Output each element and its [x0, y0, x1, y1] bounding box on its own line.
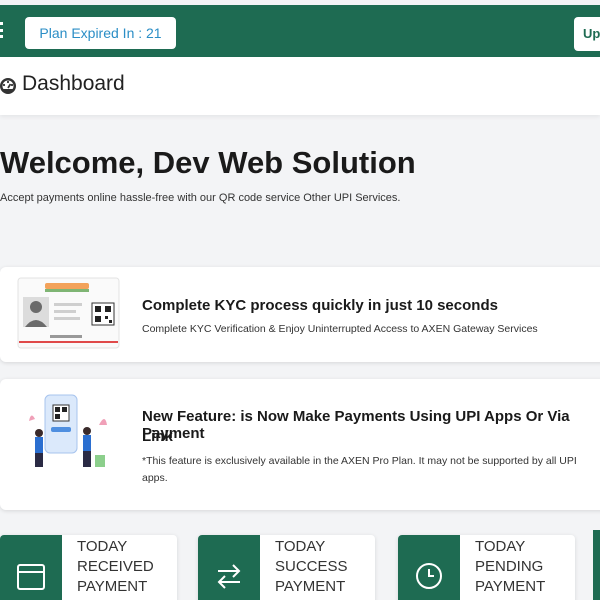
wallet-icon: [17, 564, 45, 590]
welcome-subtitle: Accept payments online hassle-free with …: [0, 192, 401, 204]
feature-card-title-line1: New Feature: is Now Make Payments Using …: [142, 408, 570, 442]
stat-today-success[interactable]: TODAY SUCCESS PAYMENT: [198, 535, 375, 600]
stat-card-partial[interactable]: [593, 530, 600, 600]
stat-line: SUCCESS: [275, 558, 348, 575]
kyc-card-title: Complete KYC process quickly in just 10 …: [142, 297, 498, 314]
kyc-id-card-illustration: [17, 277, 120, 349]
stat-today-pending[interactable]: TODAY PENDING PAYMENT: [398, 535, 575, 600]
kyc-card[interactable]: Complete KYC process quickly in just 10 …: [0, 267, 600, 362]
stat-line: TODAY: [275, 538, 326, 555]
plan-expiry-badge: Plan Expired In : 21 Days: [25, 17, 176, 73]
upi-payment-illustration: [29, 394, 107, 467]
feature-card-title-line2: Link: [142, 428, 173, 445]
new-feature-card[interactable]: New Feature: is Now Make Payments Using …: [0, 379, 600, 510]
feature-card-description-line1: *This feature is exclusively available i…: [142, 455, 577, 467]
stat-line: PAYMENT: [475, 578, 546, 595]
feature-card-description-line2: apps.: [142, 472, 168, 484]
clock-icon: [416, 563, 442, 589]
stat-line: TODAY: [475, 538, 526, 555]
page-title: Dashboard: [22, 72, 125, 95]
stat-today-received[interactable]: TODAY RECEIVED PAYMENT: [0, 535, 177, 600]
stat-line: RECEIVED: [77, 558, 154, 575]
stat-line: TODAY: [77, 538, 128, 555]
breadcrumb: Dashboard: [0, 57, 600, 115]
dashboard-gauge-icon: [0, 78, 16, 94]
hamburger-icon[interactable]: [0, 22, 3, 38]
transfer-arrows-icon: [217, 564, 241, 589]
welcome-heading: Welcome, Dev Web Solution: [0, 145, 416, 180]
top-navbar: Plan Expired In : 21 Days Upgrade: [0, 5, 600, 73]
upgrade-button[interactable]: Upgrade: [574, 17, 600, 51]
kyc-card-description: Complete KYC Verification & Enjoy Uninte…: [142, 323, 538, 335]
stat-line: PAYMENT: [77, 578, 148, 595]
stat-line: PAYMENT: [275, 578, 346, 595]
stat-line: PENDING: [475, 558, 544, 575]
